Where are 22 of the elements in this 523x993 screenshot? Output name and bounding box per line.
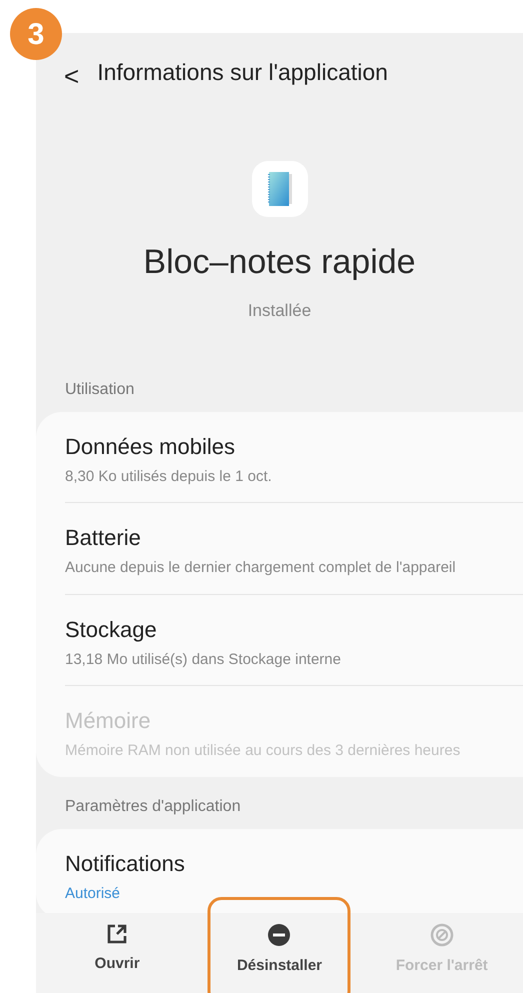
setting-summary: Autorisé: [65, 884, 122, 903]
setting-title[interactable]: Notifications: [65, 846, 523, 880]
setting-title[interactable]: Stockage: [65, 612, 523, 646]
action-button[interactable]: Désinstaller: [198, 913, 361, 993]
back-button[interactable]: <: [64, 63, 80, 89]
app-name: Bloc–notes rapide: [143, 242, 416, 283]
blocked-circle-icon: [430, 923, 454, 947]
setting-summary: Mémoire RAM non utilisée au cours des 3 dernières heures: [65, 741, 462, 760]
setting-title[interactable]: Batterie: [65, 521, 523, 554]
section-header: Paramètres d'application: [64, 796, 242, 816]
open-external-icon: [106, 923, 128, 945]
minus-circle-icon: [267, 923, 292, 947]
section-header: Utilisation: [64, 380, 136, 400]
install-status: Installée: [248, 300, 312, 322]
setting-summary: 13,18 Mo utilisé(s) dans Stockage interne: [65, 650, 342, 669]
action-button[interactable]: Ouvrir: [36, 913, 198, 993]
setting-summary: 8,30 Ko utilisés depuis le 1 oct.: [65, 466, 273, 486]
app-icon: [252, 161, 308, 217]
setting-summary: Aucune depuis le dernier chargement complet de l'appareil: [65, 558, 457, 578]
setting-title[interactable]: Données mobiles: [65, 430, 523, 462]
screen-title: Informations sur l'application: [97, 58, 388, 87]
step-number-badge: 3: [10, 8, 62, 60]
